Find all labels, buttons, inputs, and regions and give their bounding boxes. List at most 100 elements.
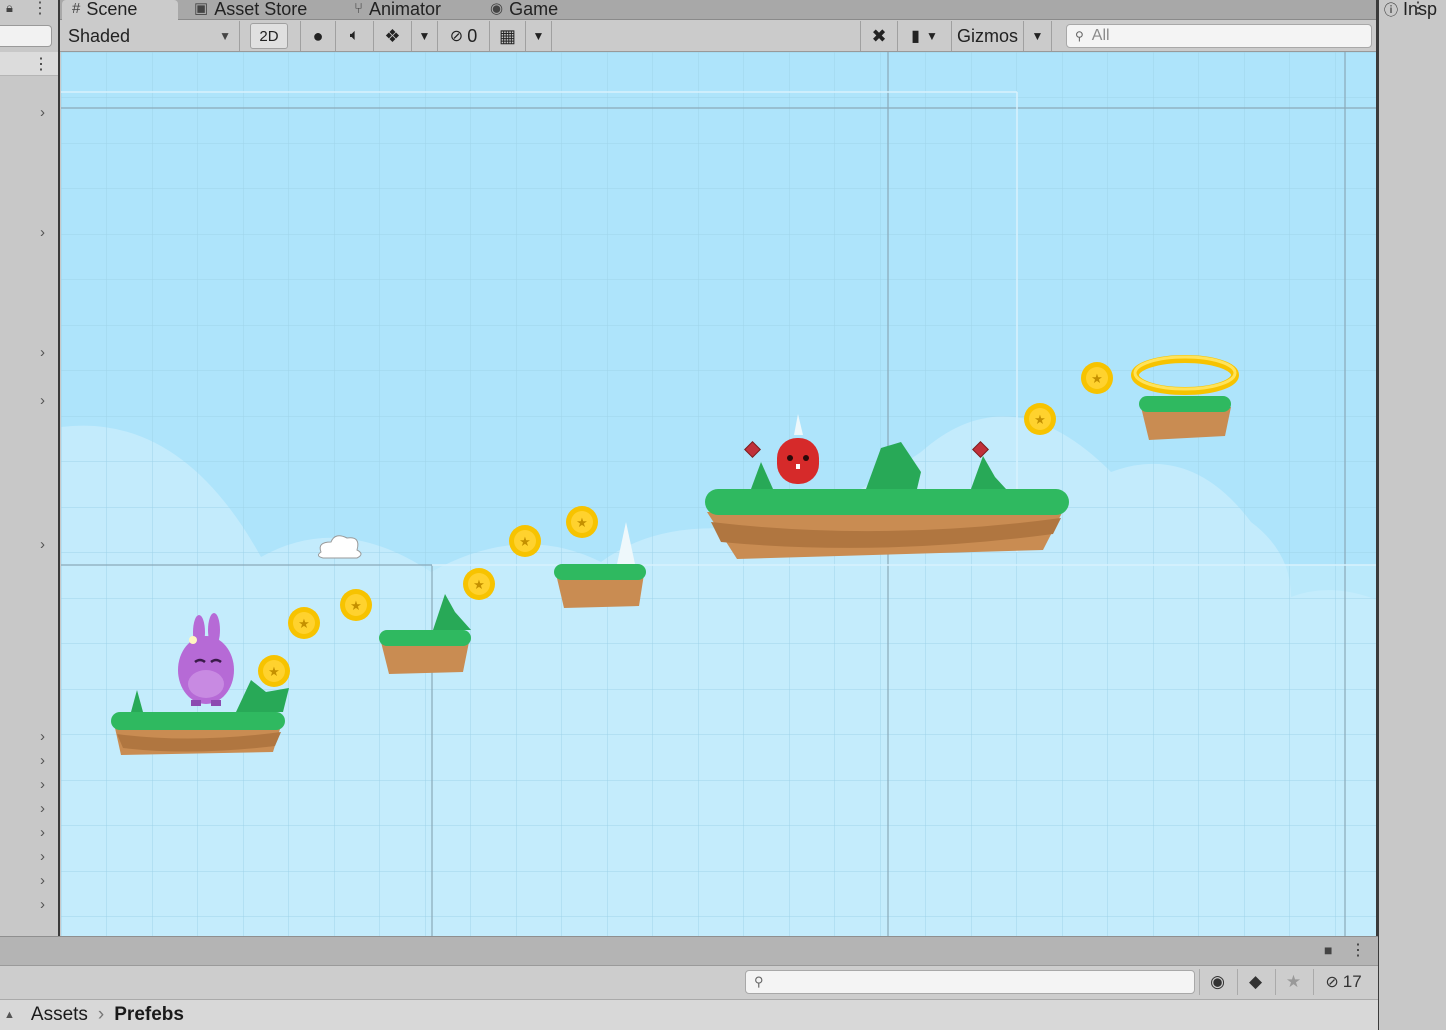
coin: ★ [463, 568, 495, 600]
speaker-icon: 🔈︎ [349, 27, 360, 44]
grid-toggle-button[interactable]: ▦ [490, 21, 526, 51]
breadcrumb-root[interactable]: Assets [31, 1004, 88, 1026]
expand-arrow-icon[interactable]: › [40, 345, 54, 360]
svg-text:★: ★ [519, 535, 531, 550]
collapse-arrow-icon[interactable]: ▲ [4, 1009, 15, 1021]
lock-icon[interactable]: ■ [1324, 942, 1332, 958]
hidden-packages-toggle[interactable]: ⊘ 17 [1313, 969, 1373, 995]
svg-text:★: ★ [268, 665, 280, 680]
tab-scene[interactable]: # Scene [62, 0, 178, 20]
scene-canvas[interactable]: ★ ★ ★ ★ ★ ★ ★ ★ [61, 52, 1377, 936]
hidden-assets-count: 17 [1342, 972, 1362, 991]
grid-dropdown-button[interactable]: ▼ [526, 21, 552, 51]
expand-arrow-icon[interactable]: › [40, 825, 54, 840]
hierarchy-panel: 🔒︎ ⋮ ⋮ › › › › › › › › › › › › › [0, 0, 60, 938]
gizmos-button[interactable]: Gizmos [952, 21, 1024, 51]
tab-asset-store[interactable]: ▣ Asset Store [184, 0, 317, 20]
favorites-button[interactable]: ★ [1275, 969, 1311, 995]
svg-text:★: ★ [298, 617, 310, 632]
2d-toggle-button[interactable]: 2D [250, 23, 288, 49]
svg-text:★: ★ [473, 578, 485, 593]
coin: ★ [288, 607, 320, 639]
audio-toggle-button[interactable]: 🔈︎ [336, 21, 374, 51]
coin: ★ [340, 589, 372, 621]
expand-arrow-icon[interactable]: › [40, 729, 54, 744]
panel-divider[interactable] [1376, 0, 1379, 1030]
tab-label: Scene [86, 0, 138, 19]
breadcrumb-current[interactable]: Prefebs [114, 1004, 184, 1026]
expand-arrow-icon[interactable]: › [40, 537, 54, 552]
hidden-objects-toggle[interactable]: ⊘ 0 [438, 21, 490, 51]
dropdown-arrow-icon: ▼ [1031, 29, 1044, 43]
grid-icon: # [72, 0, 81, 17]
tab-label: Game [509, 0, 559, 19]
expand-arrow-icon[interactable]: › [40, 225, 54, 240]
chevron-right-icon: › [97, 1004, 105, 1025]
camera-settings-dropdown[interactable]: ▮ ▼ [898, 21, 952, 51]
search-icon: ⚲ [754, 974, 764, 989]
coin: ★ [1024, 403, 1056, 435]
effects-toggle-button[interactable]: ❖ [374, 21, 412, 51]
hidden-count: 0 [467, 25, 478, 46]
coin: ★ [1081, 362, 1113, 394]
2d-label: 2D [259, 27, 279, 45]
lock-icon[interactable]: 🔒︎ [6, 0, 22, 16]
platform-goal [1139, 396, 1231, 440]
gizmos-dropdown-button[interactable]: ▼ [1024, 21, 1052, 51]
scene-toolbar: Shaded ▼ 2D ● 🔈︎ ❖ ▼ ⊘ 0 ▦ ▼ ✖ ▮ ▼ Gizmo… [60, 20, 1378, 52]
svg-text:★: ★ [576, 516, 588, 531]
panel-menu-icon[interactable]: ⋮ [1350, 940, 1366, 960]
shapes-icon: ◉ [1210, 972, 1225, 991]
effects-dropdown-button[interactable]: ▼ [412, 21, 438, 51]
expand-arrow-icon[interactable]: › [40, 105, 54, 120]
svg-text:★: ★ [350, 599, 362, 614]
eye-slash-icon: ⊘ [449, 28, 464, 45]
shading-mode-dropdown[interactable]: Shaded ▼ [60, 21, 240, 51]
svg-text:★: ★ [1091, 372, 1103, 387]
coin: ★ [566, 506, 598, 538]
layers-icon: ❖ [384, 25, 401, 46]
tools-button[interactable]: ✖ [860, 21, 898, 51]
search-icon: ⚲ [1075, 29, 1084, 43]
camera-icon: ▮ [911, 28, 920, 45]
filter-by-type-button[interactable]: ◉ [1199, 969, 1235, 995]
tab-inspector[interactable]: ⓘ Insp [1384, 0, 1446, 20]
animator-icon: ⑂ [354, 0, 364, 17]
expand-arrow-icon[interactable]: › [40, 897, 54, 912]
scene-row-menu-icon[interactable]: ⋮ [33, 54, 49, 74]
project-panel-header: ■ ⋮ [0, 936, 1378, 966]
expand-arrow-icon[interactable]: › [40, 393, 54, 408]
breadcrumb: ▲ Assets › Prefebs [0, 1000, 1378, 1030]
tab-label: Insp [1403, 0, 1438, 19]
dropdown-arrow-icon: ▼ [532, 29, 545, 43]
expand-arrow-icon[interactable]: › [40, 801, 54, 816]
tab-animator[interactable]: ⑂ Animator [344, 0, 451, 20]
expand-arrow-icon[interactable]: › [40, 777, 54, 792]
project-search-input[interactable]: ⚲ [745, 970, 1195, 994]
coin: ★ [509, 525, 541, 557]
dropdown-arrow-icon: ▼ [418, 29, 431, 43]
lighting-toggle-button[interactable]: ● [300, 21, 336, 51]
svg-text:★: ★ [1034, 413, 1046, 428]
search-placeholder: All [1091, 27, 1110, 44]
coin: ★ [258, 655, 290, 687]
tab-game[interactable]: ◉ Game [480, 0, 568, 20]
expand-arrow-icon[interactable]: › [40, 849, 54, 864]
tag-icon: ◆ [1248, 972, 1263, 991]
tools-icon: ✖ [871, 25, 887, 46]
scene-search-input[interactable]: ⚲ All [1066, 24, 1372, 48]
grid-icon: ▦ [498, 25, 516, 46]
hierarchy-menu-icon[interactable]: ⋮ [32, 0, 48, 18]
hierarchy-search-input[interactable] [0, 25, 52, 47]
filter-by-label-button[interactable]: ◆ [1237, 969, 1273, 995]
scene-viewport[interactable]: ★ ★ ★ ★ ★ ★ ★ ★ [61, 52, 1377, 936]
shading-mode-label: Shaded [68, 25, 131, 46]
dropdown-arrow-icon: ▼ [925, 29, 938, 43]
hierarchy-scene-row[interactable]: ⋮ [0, 52, 58, 76]
gizmos-label: Gizmos [956, 25, 1018, 46]
tab-label: Asset Store [214, 0, 308, 19]
dropdown-arrow-icon: ▼ [219, 29, 231, 43]
expand-arrow-icon[interactable]: › [40, 753, 54, 768]
info-icon: ⓘ [1384, 2, 1398, 18]
expand-arrow-icon[interactable]: › [40, 873, 54, 888]
